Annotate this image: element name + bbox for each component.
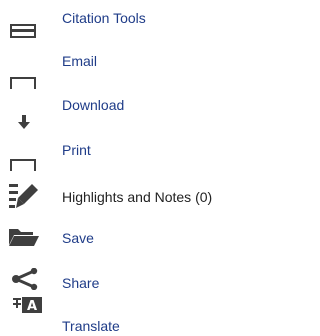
- save-label[interactable]: Save: [62, 230, 94, 247]
- svg-text:A: A: [27, 299, 37, 314]
- download-item[interactable]: Download: [0, 94, 281, 134]
- folder-icon: [9, 229, 39, 246]
- share-label[interactable]: Share: [62, 275, 99, 292]
- citation-icon: [10, 24, 36, 38]
- translate-icon: A: [13, 297, 42, 314]
- citation-tools-item[interactable]: Citation Tools: [0, 2, 281, 42]
- save-item[interactable]: Save: [0, 222, 281, 262]
- email-item[interactable]: Email: [0, 48, 281, 89]
- share-icon: [12, 268, 38, 290]
- highlight-icon: [9, 184, 38, 208]
- print-icon: [10, 159, 36, 171]
- email-label[interactable]: Email: [62, 53, 97, 70]
- download-icon: [18, 115, 30, 129]
- print-item[interactable]: Print: [0, 140, 281, 180]
- highlights-notes-label[interactable]: Highlights and Notes (0): [62, 189, 212, 206]
- email-icon: [10, 77, 36, 89]
- tools-list: Citation Tools Email Download Print High…: [0, 0, 281, 336]
- highlights-notes-item[interactable]: Highlights and Notes (0): [0, 180, 281, 220]
- print-label[interactable]: Print: [62, 142, 91, 159]
- translate-label[interactable]: Translate: [62, 318, 120, 335]
- translate-item[interactable]: A Translate: [0, 296, 281, 336]
- citation-tools-label[interactable]: Citation Tools: [62, 10, 146, 27]
- download-label[interactable]: Download: [62, 97, 124, 114]
